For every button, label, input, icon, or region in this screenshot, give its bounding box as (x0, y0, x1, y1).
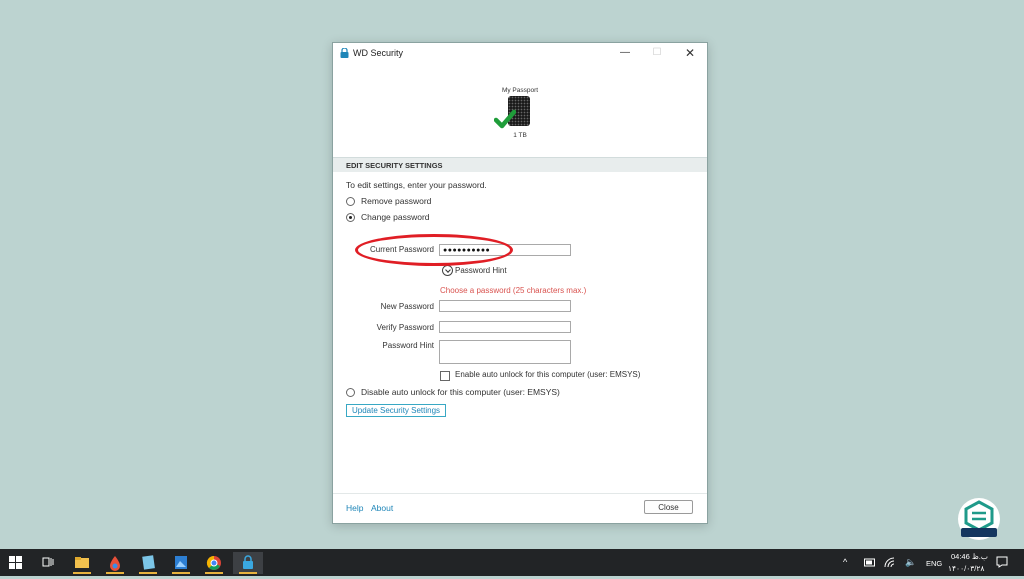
clock-time[interactable]: 04:46 ب.ظ (951, 552, 988, 561)
verify-password-label: Verify Password (376, 323, 434, 332)
windows-start-icon[interactable] (9, 556, 22, 569)
remove-password-radio[interactable] (346, 197, 355, 206)
disable-auto-unlock-label: Disable auto unlock for this computer (u… (361, 387, 560, 397)
lock-icon (340, 48, 349, 58)
minimize-button[interactable]: — (612, 45, 638, 61)
photos-icon[interactable] (169, 552, 193, 574)
remove-password-label: Remove password (361, 196, 432, 206)
auto-unlock-checkbox[interactable] (440, 371, 450, 381)
help-link[interactable]: Help (346, 503, 363, 513)
new-password-input[interactable] (439, 300, 571, 312)
section-title: EDIT SECURITY SETTINGS (346, 161, 443, 170)
password-hint-input[interactable] (439, 340, 571, 364)
auto-unlock-label: Enable auto unlock for this computer (us… (455, 370, 641, 379)
new-password-label: New Password (380, 302, 434, 311)
color-app-icon[interactable] (103, 552, 127, 574)
section-header: EDIT SECURITY SETTINGS (333, 157, 707, 172)
change-password-radio[interactable] (346, 213, 355, 222)
password-hint-label: Password Hint (382, 341, 434, 350)
footer: Help About Close (333, 493, 707, 522)
task-view-icon[interactable] (42, 556, 54, 568)
change-password-label: Change password (361, 212, 430, 222)
instructions-text: To edit settings, enter your password. (346, 180, 487, 190)
chevron-up-icon[interactable]: ^ (843, 557, 847, 567)
file-explorer-icon[interactable] (70, 552, 94, 574)
battery-icon[interactable] (864, 558, 876, 567)
check-icon (494, 109, 516, 129)
volume-icon[interactable]: 🔈 (905, 557, 916, 568)
close-window-button[interactable]: ✕ (677, 45, 703, 61)
disable-auto-unlock-radio[interactable] (346, 388, 355, 397)
window-title: WD Security (353, 48, 404, 58)
device-capacity: 1 TB (513, 132, 527, 139)
notification-icon[interactable] (996, 556, 1008, 568)
chrome-icon[interactable] (202, 552, 226, 574)
clock-date[interactable]: ۱۴۰۰/۰۳/۲۸ (948, 564, 984, 573)
annotation-circle (355, 234, 513, 266)
notepad-icon[interactable] (136, 552, 160, 574)
taskbar: ^ 🔈 ENG 04:46 ب.ظ ۱۴۰۰/۰۳/۲۸ (0, 549, 1024, 576)
wd-security-icon[interactable] (233, 552, 263, 574)
close-button[interactable]: Close (644, 500, 693, 514)
password-hint-toggle-label[interactable]: Password Hint (455, 266, 507, 275)
watermark-logo-icon (958, 498, 1000, 540)
title-bar[interactable]: WD Security — ☐ ✕ (333, 43, 707, 63)
chevron-down-icon[interactable] (442, 265, 453, 276)
language-indicator[interactable]: ENG (926, 559, 942, 568)
device-name: My Passport (501, 87, 539, 94)
wd-security-window: WD Security — ☐ ✕ My Passport 1 TB EDIT … (332, 42, 708, 524)
update-security-settings-button[interactable]: Update Security Settings (346, 404, 447, 417)
verify-password-input[interactable] (439, 321, 571, 333)
wifi-icon[interactable] (884, 557, 895, 568)
password-error-message: Choose a password (25 characters max.) (440, 286, 587, 295)
about-link[interactable]: About (371, 503, 393, 513)
maximize-button[interactable]: ☐ (644, 45, 670, 61)
